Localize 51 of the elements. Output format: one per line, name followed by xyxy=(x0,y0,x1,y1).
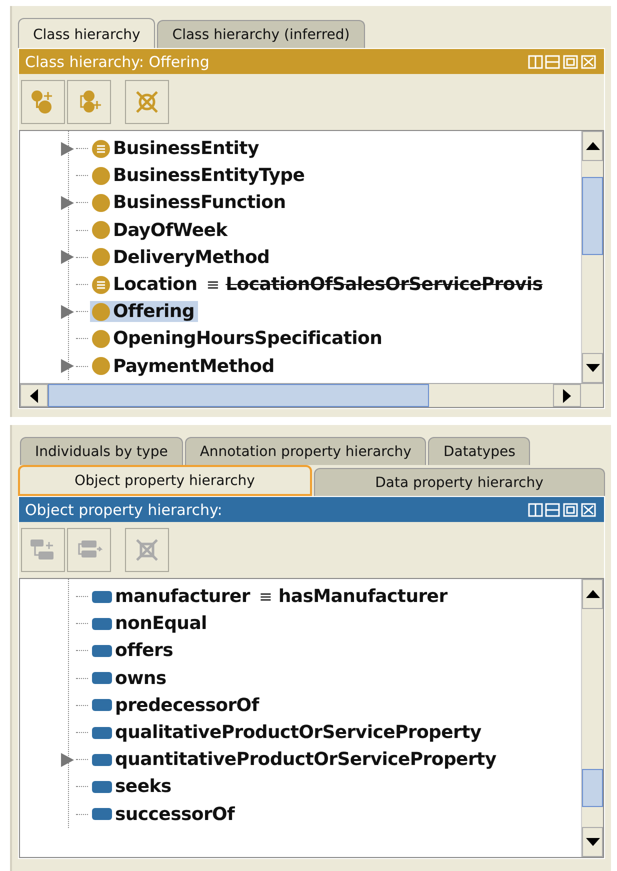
tree-item[interactable]: Offering xyxy=(90,301,198,322)
expand-arrow-icon[interactable] xyxy=(60,248,76,266)
tab[interactable]: Class hierarchy (inferred) xyxy=(157,20,365,48)
tree-item[interactable]: qualitativeProductOrServiceProperty xyxy=(90,722,484,744)
tree-item[interactable]: OpeningHoursSpecification xyxy=(90,328,386,350)
panel-title: Object property hierarchy: xyxy=(25,500,222,518)
tree-item[interactable]: seeks xyxy=(90,776,174,798)
tree-item[interactable]: quantitativeProductOrServiceProperty xyxy=(90,749,500,770)
expand-arrow-icon[interactable] xyxy=(60,750,76,769)
tree-item[interactable]: nonEqual xyxy=(90,613,210,634)
scroll-left-icon[interactable] xyxy=(30,388,38,402)
tree-item[interactable]: offers xyxy=(90,640,176,662)
equivalence-symbol: ≡ xyxy=(258,587,272,606)
scrollbar-thumb[interactable] xyxy=(582,177,603,255)
expand-arrow-icon[interactable] xyxy=(60,140,76,158)
panel-title: Class hierarchy: Offering xyxy=(25,52,210,70)
tree-item[interactable]: successorOf xyxy=(90,804,238,825)
tab[interactable]: Object property hierarchy xyxy=(18,465,312,496)
scrollbar-thumb[interactable] xyxy=(48,384,429,407)
tree-item[interactable]: Location xyxy=(90,274,200,296)
expand-arrow-icon[interactable] xyxy=(60,302,76,321)
tab[interactable]: Data property hierarchy xyxy=(314,468,605,496)
equivalent-property: hasManufacturer xyxy=(278,586,448,608)
tree-item[interactable]: DeliveryMethod xyxy=(90,246,273,268)
view-controls-icon[interactable] xyxy=(528,54,598,68)
tree-item[interactable]: BusinessEntityType xyxy=(90,165,308,186)
tree-item[interactable]: BusinessFunction xyxy=(90,192,289,214)
scroll-up-icon[interactable] xyxy=(586,142,600,150)
tree-item[interactable]: PaymentMethod xyxy=(90,356,278,377)
tree-item[interactable]: owns xyxy=(90,668,170,689)
scroll-up-icon[interactable] xyxy=(586,590,600,598)
tab[interactable]: Individuals by type xyxy=(20,437,183,465)
horizontal-scrollbar[interactable] xyxy=(20,383,603,407)
scrollbar-thumb[interactable] xyxy=(582,769,603,807)
tab[interactable]: Class hierarchy xyxy=(18,18,156,48)
equivalent-class: LocationOfSalesOrServiceProvis xyxy=(226,274,543,296)
scroll-down-icon[interactable] xyxy=(586,364,600,372)
tree-item[interactable]: DayOfWeek xyxy=(90,220,230,241)
scroll-down-icon[interactable] xyxy=(586,838,600,846)
vertical-scrollbar[interactable] xyxy=(581,131,603,383)
expand-arrow-icon[interactable] xyxy=(60,357,76,376)
view-controls-icon[interactable] xyxy=(528,502,598,516)
scroll-right-icon[interactable] xyxy=(563,388,571,402)
tab[interactable]: Datatypes xyxy=(428,437,530,465)
tree-item[interactable]: predecessorOf xyxy=(90,694,262,716)
tree-item[interactable]: BusinessEntity xyxy=(90,138,262,160)
expand-arrow-icon[interactable] xyxy=(60,194,76,212)
vertical-scrollbar[interactable] xyxy=(581,579,603,857)
tree-item[interactable]: manufacturer xyxy=(90,586,253,608)
tab[interactable]: Annotation property hierarchy xyxy=(184,437,426,465)
equivalence-symbol: ≡ xyxy=(206,275,220,294)
